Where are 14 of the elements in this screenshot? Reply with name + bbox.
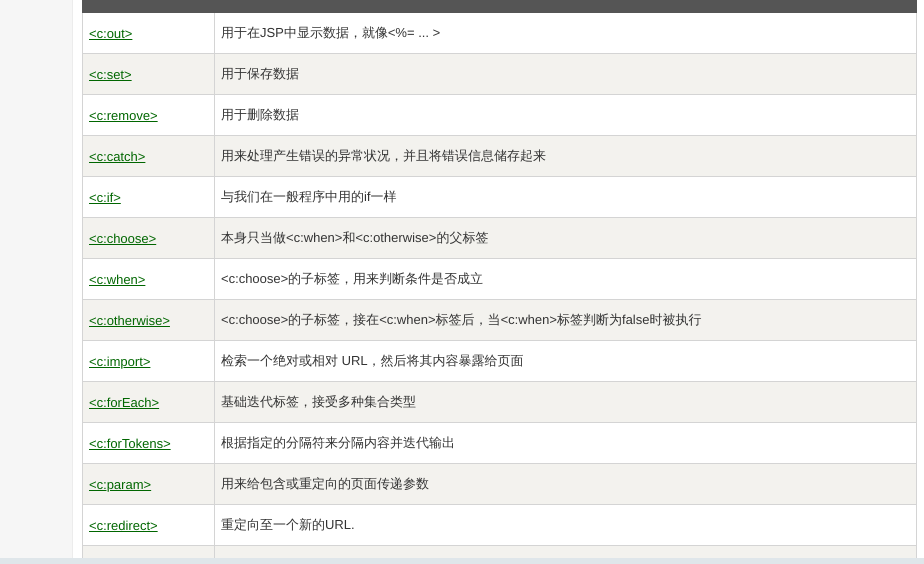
tag-link[interactable]: <c:out> <box>89 26 132 40</box>
tag-link[interactable]: <c:if> <box>89 190 121 204</box>
tag-link[interactable]: <c:import> <box>89 354 150 368</box>
tag-link[interactable]: <c:remove> <box>89 108 158 122</box>
tag-link[interactable]: <c:choose> <box>89 230 156 246</box>
tag-link[interactable]: <c:catch> <box>89 148 146 164</box>
tag-link[interactable]: <c:when> <box>89 272 146 286</box>
tag-link[interactable]: <c:set> <box>89 66 132 82</box>
horizontal-scrollbar[interactable] <box>0 558 924 564</box>
tag-link[interactable]: <c:forTokens> <box>89 436 171 450</box>
tag-link[interactable]: <c:forEach> <box>89 394 160 410</box>
tag-link[interactable]: <c:redirect> <box>89 518 158 532</box>
tag-link[interactable]: <c:otherwise> <box>89 312 170 328</box>
tag-link[interactable]: <c:param> <box>89 476 152 492</box>
